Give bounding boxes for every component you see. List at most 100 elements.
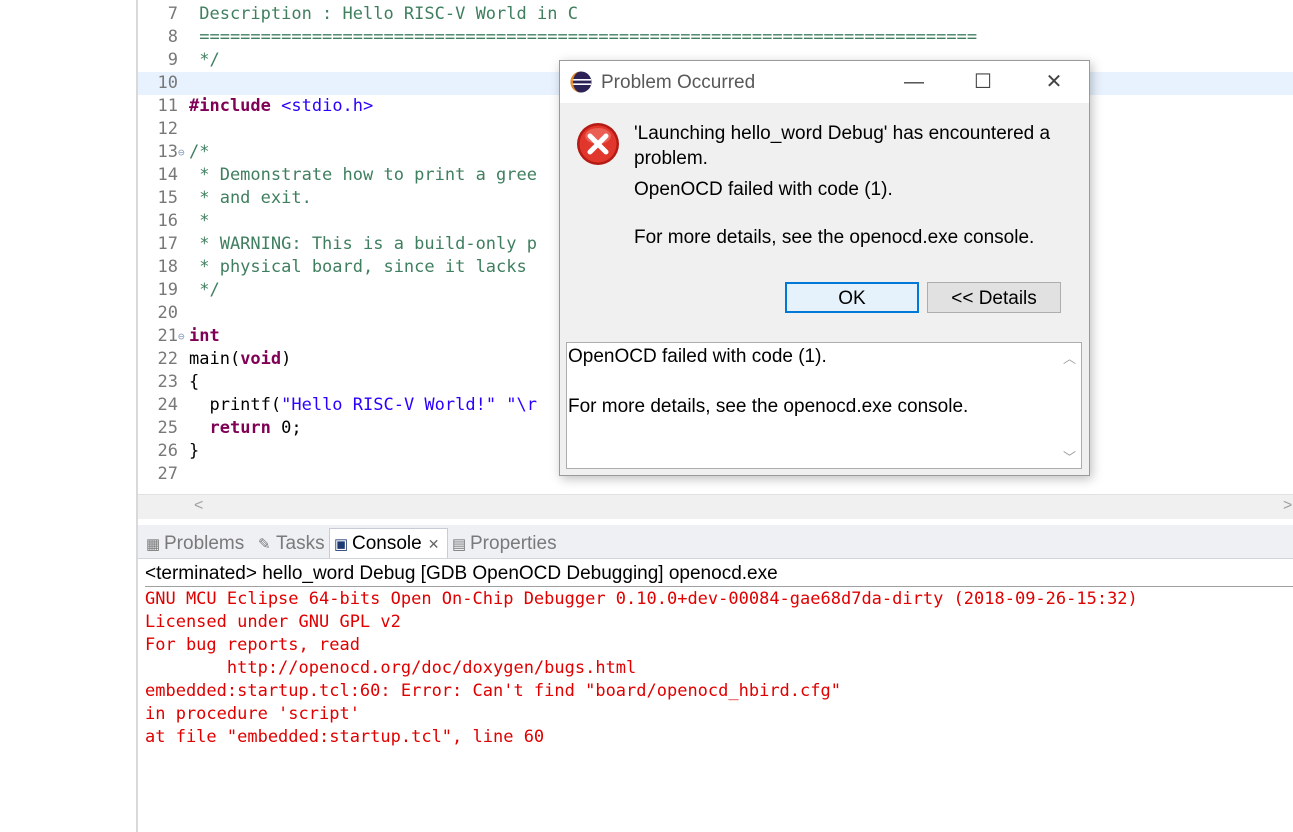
editor-horizontal-scrollbar[interactable]: < > (138, 494, 1293, 519)
line-number: 18 (157, 257, 178, 277)
console-line: For bug reports, read (145, 635, 360, 655)
tasks-icon: ✎ (258, 536, 271, 553)
line-number: 27 (157, 464, 178, 484)
line-number: 10 (157, 73, 178, 93)
tab-problems[interactable]: ▦ Problems (142, 531, 244, 557)
code-token: printf( (189, 395, 282, 415)
code-text: * WARNING: This is a build-only p (189, 233, 537, 256)
line-number: 7 (167, 4, 178, 24)
tab-properties[interactable]: ▤ Properties (448, 531, 557, 557)
code-text: * Demonstrate how to print a gree (189, 164, 537, 187)
code-token: ) (281, 349, 292, 369)
code-token: * Demonstrate how to print a gree (189, 165, 537, 185)
console-line: GNU MCU Eclipse 64-bits Open On-Chip Deb… (145, 589, 1138, 609)
scroll-up-arrow-icon[interactable]: ︿ (1063, 348, 1076, 367)
code-token: */ (189, 50, 220, 70)
code-line[interactable]: 8 ======================================… (138, 26, 1293, 49)
tab-console[interactable]: ▣ Console ✕ (329, 528, 449, 558)
tab-label: Console (352, 533, 422, 554)
code-token: Description : Hello RISC-V World in C (189, 4, 578, 24)
line-number: 9 (167, 50, 178, 70)
tab-tasks[interactable]: ✎ Tasks (254, 531, 325, 557)
details-button[interactable]: << Details (927, 282, 1061, 313)
code-text: #include <stdio.h> (189, 95, 373, 118)
code-text: */ (189, 49, 220, 72)
code-token: /* (189, 142, 210, 162)
tab-label: Tasks (276, 533, 325, 554)
tab-label: Properties (470, 533, 557, 554)
scroll-left-arrow-icon[interactable]: < (194, 497, 203, 515)
code-token: */ (189, 280, 220, 300)
code-token: <stdio.h> (281, 96, 374, 116)
console-header: <terminated> hello_word Debug [GDB OpenO… (145, 563, 778, 584)
line-number: 25 (157, 418, 178, 438)
details-text-area[interactable]: OpenOCD failed with code (1). For more d… (566, 342, 1082, 469)
code-text: * and exit. (189, 187, 312, 210)
eclipse-icon (570, 71, 592, 93)
code-line[interactable]: 7 Description : Hello RISC-V World in C (138, 3, 1293, 26)
code-token: main( (189, 349, 241, 369)
line-number: 26 (157, 441, 178, 461)
fold-toggle-icon[interactable]: ⊖ (178, 141, 188, 164)
code-token: int (189, 326, 220, 346)
code-token: ========================================… (189, 27, 978, 47)
console-separator (145, 586, 1293, 587)
problems-icon: ▦ (146, 536, 161, 553)
left-panel (0, 0, 138, 832)
close-button[interactable]: ✕ (1034, 67, 1074, 97)
code-token: * WARNING: This is a build-only p (189, 234, 537, 254)
line-number: 20 (157, 303, 178, 323)
line-number: 19 (157, 280, 178, 300)
code-token: return (209, 418, 271, 438)
code-text: main(void) (189, 348, 291, 371)
tab-label: Problems (164, 533, 245, 554)
code-text: * (189, 210, 209, 233)
fold-toggle-icon[interactable]: ⊖ (178, 325, 188, 348)
line-number: 23 (157, 372, 178, 392)
line-number: 8 (167, 27, 178, 47)
maximize-button[interactable]: ☐ (963, 67, 1003, 97)
code-text: */ (189, 279, 220, 302)
code-text: int (189, 325, 220, 348)
dialog-titlebar[interactable]: Problem Occurred — ☐ ✕ (560, 61, 1089, 103)
close-tab-icon[interactable]: ✕ (428, 536, 440, 552)
line-number: 21 (157, 326, 178, 346)
error-message: 'Launching hello_word Debug' has encount… (634, 123, 1051, 169)
console-line: embedded:startup.tcl:60: Error: Can't fi… (145, 681, 841, 701)
code-token: void (240, 349, 282, 369)
details-line-hint: For more details, see the openocd.exe co… (568, 396, 969, 417)
line-number: 17 (157, 234, 178, 254)
minimize-button[interactable]: — (894, 67, 934, 97)
code-text: /* (189, 141, 209, 164)
view-tab-bar: ▦ Problems ✎ Tasks ▣ Console ✕ ▤ Properties (138, 525, 1293, 559)
line-number: 22 (157, 349, 178, 369)
code-token: * physical board, since it lacks (189, 257, 527, 277)
line-number: 24 (157, 395, 178, 415)
scroll-right-arrow-icon[interactable]: > (1283, 497, 1292, 515)
code-text: * physical board, since it lacks (189, 256, 527, 279)
line-number: 12 (157, 119, 178, 139)
code-token: "Hello RISC-V World!" "\r (281, 395, 537, 415)
details-line-code: OpenOCD failed with code (1). (568, 346, 827, 367)
console-line: in procedure 'script' (145, 704, 360, 724)
code-token: #include (189, 96, 271, 116)
problem-occurred-dialog: Problem Occurred — ☐ ✕ 'Launching hello_… (559, 60, 1090, 476)
scroll-down-arrow-icon[interactable]: ﹀ (1063, 447, 1076, 466)
line-number: 14 (157, 165, 178, 185)
code-text: Description : Hello RISC-V World in C (189, 3, 578, 26)
ok-button[interactable]: OK (785, 282, 919, 313)
code-text: return 0; (189, 417, 301, 440)
code-token: * and exit. (189, 188, 312, 208)
error-icon (577, 123, 619, 165)
code-token: { (189, 372, 200, 392)
details-vertical-scrollbar[interactable]: ︿ ﹀ (1057, 343, 1081, 468)
console-output[interactable]: GNU MCU Eclipse 64-bits Open On-Chip Deb… (145, 588, 1138, 749)
code-text: printf("Hello RISC-V World!" "\r (189, 394, 537, 417)
details-hint-text: For more details, see the openocd.exe co… (634, 227, 1035, 248)
console-line: Licensed under GNU GPL v2 (145, 612, 401, 632)
console-icon: ▣ (334, 536, 349, 553)
bottom-views-panel: ▦ Problems ✎ Tasks ▣ Console ✕ ▤ Properties <ter… (138, 525, 1293, 832)
properties-icon: ▤ (452, 536, 467, 553)
line-number: 11 (157, 96, 178, 116)
